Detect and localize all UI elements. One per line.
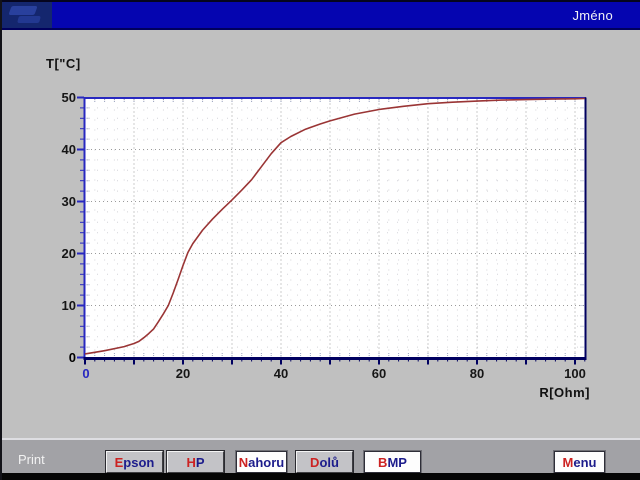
button-hp[interactable]: HP: [167, 451, 224, 473]
button-epson[interactable]: Epson: [106, 451, 163, 473]
x-tick-label: 80: [470, 366, 484, 381]
x-tick-label: 0: [82, 366, 89, 381]
y-tick-label: 10: [62, 298, 76, 313]
x-tick-label: 60: [372, 366, 386, 381]
app-logo: [0, 2, 52, 28]
button-label: ahoru: [248, 455, 284, 470]
screen-left-edge: [0, 0, 2, 480]
hotkey-letter: H: [186, 455, 195, 470]
x-tick-label: 40: [274, 366, 288, 381]
x-tick-label: 100: [564, 366, 586, 381]
hotkey-letter: N: [239, 455, 248, 470]
y-tick-label: 30: [62, 194, 76, 209]
button-label: P: [196, 455, 205, 470]
chart-canvas: T["C] 01020304050020406080100 R[Ohm]: [0, 30, 640, 438]
button-label: olů: [319, 455, 339, 470]
button-label: pson: [123, 455, 154, 470]
logo-mark: [8, 6, 37, 15]
x-tick-label: 20: [176, 366, 190, 381]
y-tick-label: 0: [69, 350, 76, 365]
status-bar: Print EpsonHPNahoruDolůBMPMenu: [0, 438, 640, 474]
bottom-strip: [0, 473, 640, 480]
x-axis-title: R[Ohm]: [470, 385, 590, 400]
button-label: MP: [387, 455, 407, 470]
button-dolů[interactable]: Dolů: [296, 451, 353, 473]
logo-mark: [17, 16, 41, 23]
hotkey-letter: E: [115, 455, 124, 470]
y-tick-label: 20: [62, 246, 76, 261]
hotkey-letter: D: [310, 455, 319, 470]
hotkey-letter: M: [563, 455, 574, 470]
hotkey-letter: B: [378, 455, 387, 470]
print-label: Print: [18, 452, 45, 467]
y-tick-label: 40: [62, 142, 76, 157]
button-nahoru[interactable]: Nahoru: [236, 451, 287, 473]
app-screen: Jméno T["C] 01020304050020406080100 R[Oh…: [0, 0, 640, 480]
title-bar: Jméno: [0, 0, 640, 30]
chart-plot: 0 10 20 30 40 50 0 20 40 60 80 100: [0, 30, 640, 438]
button-bmp[interactable]: BMP: [364, 451, 421, 473]
toolbar-buttons: EpsonHPNahoruDolůBMPMenu: [106, 451, 605, 473]
window-title: Jméno: [572, 8, 613, 23]
button-menu[interactable]: Menu: [554, 451, 605, 473]
y-tick-label: 50: [62, 90, 76, 105]
button-label: enu: [573, 455, 596, 470]
